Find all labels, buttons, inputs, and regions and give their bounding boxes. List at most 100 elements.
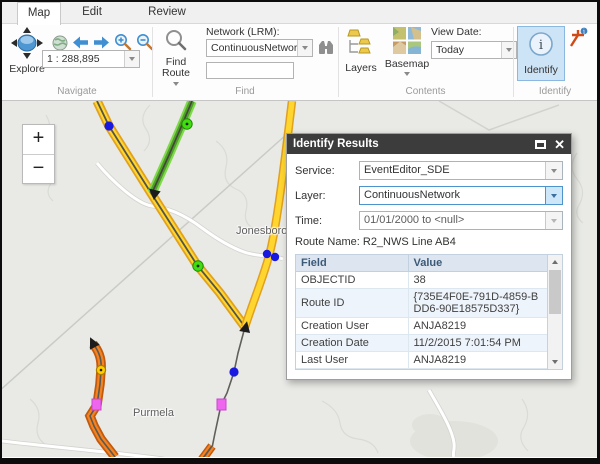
zoom-in-button[interactable]: + (23, 125, 54, 154)
orange-route-segment (201, 446, 212, 457)
pink-square-marker (217, 399, 226, 410)
group-label-navigate: Navigate (2, 86, 152, 97)
service-label: Service: (295, 165, 359, 177)
yellow-point-marker (96, 365, 105, 374)
layer-combobox[interactable]: ContinuousNetwork (359, 186, 563, 205)
binoculars-icon[interactable] (318, 40, 334, 60)
close-icon[interactable]: ✕ (554, 138, 565, 151)
table-cell: OBJECTID (296, 272, 408, 289)
place-label-purmela: Purmela (133, 407, 174, 419)
map-view[interactable]: Jonesboro Purmela + − Identify Results ✕… (2, 101, 597, 457)
group-label-contents: Contents (338, 86, 513, 97)
zoom-out-button[interactable]: − (23, 154, 54, 183)
green-point-marker (193, 261, 203, 271)
table-row[interactable]: Creation Date11/2/2015 7:01:54 PM (296, 335, 547, 352)
chevron-down-icon (302, 46, 308, 50)
yellow-route-branch[interactable] (245, 101, 292, 327)
table-header-row: Field Value (296, 255, 547, 272)
maximize-icon[interactable] (535, 140, 546, 149)
results-table-wrapper: Field Value OBJECTID38Route ID{735E4F0E-… (295, 254, 563, 370)
service-value: EventEditor_SDE (360, 162, 545, 179)
group-label-identify: Identify (513, 86, 597, 97)
ribbon-tab-bar: Map Edit Review (2, 2, 597, 24)
column-header-value[interactable]: Value (408, 255, 547, 272)
identify-route-location-icon[interactable]: i (568, 27, 590, 52)
table-cell: {735E4F0E-791D-4859-BDD6-90E18575D337} (408, 289, 547, 318)
time-dropdown-button[interactable] (545, 212, 562, 229)
yellow-route-main[interactable] (97, 101, 245, 327)
svg-text:i: i (583, 28, 585, 35)
tab-review[interactable]: Review (142, 2, 192, 24)
tab-edit[interactable]: Edit (72, 2, 112, 24)
ribbon: Explore (2, 24, 597, 101)
service-combobox[interactable]: EventEditor_SDE (359, 161, 563, 180)
table-cell: Route ID (296, 289, 408, 318)
table-row[interactable]: OBJECTID38 (296, 272, 547, 289)
blue-point-marker (271, 253, 279, 261)
explore-label: Explore (9, 63, 45, 75)
basemap-label: Basemap (385, 58, 429, 70)
scale-combobox[interactable]: 1 : 288,895 (42, 50, 140, 68)
results-table: Field Value OBJECTID38Route ID{735E4F0E-… (296, 255, 547, 369)
identify-icon: i (528, 31, 554, 62)
find-route-input[interactable] (206, 62, 294, 79)
service-dropdown-button[interactable] (545, 162, 562, 179)
identify-results-titlebar[interactable]: Identify Results ✕ (287, 134, 571, 154)
blue-point-marker (263, 250, 271, 258)
find-route-label-line2: Route (162, 67, 190, 79)
table-row[interactable]: Route ID{735E4F0E-791D-4859-BDD6-90E1857… (296, 289, 547, 318)
chevron-down-icon (551, 219, 557, 223)
chevron-down-icon (551, 194, 557, 198)
table-cell: ANJA8219 (408, 352, 547, 369)
table-row[interactable]: Creation UserANJA8219 (296, 318, 547, 335)
chevron-down-icon (551, 169, 557, 173)
route-name-value: R2_NWS Line AB4 (363, 236, 456, 248)
table-cell: 11/2/2015 7:01:54 PM (408, 335, 547, 352)
find-route-magnifier-icon (164, 28, 188, 55)
scroll-up-icon[interactable] (548, 255, 562, 269)
basemap-icon (393, 27, 421, 57)
tab-map[interactable]: Map (17, 2, 61, 25)
chevron-down-icon (506, 48, 512, 52)
time-value: 01/01/2000 to <null> (360, 212, 545, 229)
table-scrollbar[interactable] (547, 255, 562, 369)
table-cell: ANJA8219 (408, 318, 547, 335)
orange-route[interactable] (85, 335, 115, 457)
scroll-down-icon[interactable] (548, 355, 562, 369)
minor-road (439, 101, 559, 130)
network-value: ContinuousNetwork (207, 40, 297, 56)
blue-point-marker (104, 121, 113, 130)
group-label-find: Find (152, 86, 338, 97)
svg-text:i: i (539, 38, 543, 53)
identify-results-panel: Identify Results ✕ Service: EventEditor_… (286, 133, 572, 380)
route-connector-line (204, 327, 245, 457)
scale-dropdown-button[interactable] (124, 51, 139, 67)
explore-icon (10, 27, 44, 62)
table-cell: Creation User (296, 318, 408, 335)
find-route-button[interactable]: Find Route (157, 28, 195, 86)
column-header-field[interactable]: Field (296, 255, 408, 272)
table-cell: Last User (296, 352, 408, 369)
time-combobox[interactable]: 01/01/2000 to <null> (359, 211, 563, 230)
results-table-body: OBJECTID38Route ID{735E4F0E-791D-4859-BD… (296, 272, 547, 369)
view-date-combobox[interactable]: Today (431, 41, 517, 59)
table-row[interactable]: Last UserANJA8219 (296, 352, 547, 369)
layer-value: ContinuousNetwork (360, 187, 545, 204)
map-zoom-control: + − (22, 124, 55, 184)
green-point-marker (182, 119, 192, 129)
basemap-button[interactable]: Basemap (385, 27, 429, 76)
green-route[interactable] (152, 101, 192, 193)
table-cell: Creation Date (296, 335, 408, 352)
network-combobox[interactable]: ContinuousNetwork (206, 39, 313, 57)
layers-label: Layers (345, 62, 377, 74)
event-markers[interactable] (92, 119, 279, 410)
identify-button[interactable]: i Identify (517, 26, 565, 81)
scrollbar-thumb[interactable] (549, 270, 561, 314)
layers-button[interactable]: Layers (342, 28, 380, 74)
layers-icon (346, 28, 376, 61)
scale-value: 1 : 288,895 (43, 51, 124, 67)
network-dropdown-button[interactable] (297, 40, 312, 56)
route-name-line: Route Name: R2_NWS Line AB4 (295, 236, 563, 248)
view-date-value: Today (432, 42, 501, 58)
layer-dropdown-button[interactable] (545, 187, 562, 204)
